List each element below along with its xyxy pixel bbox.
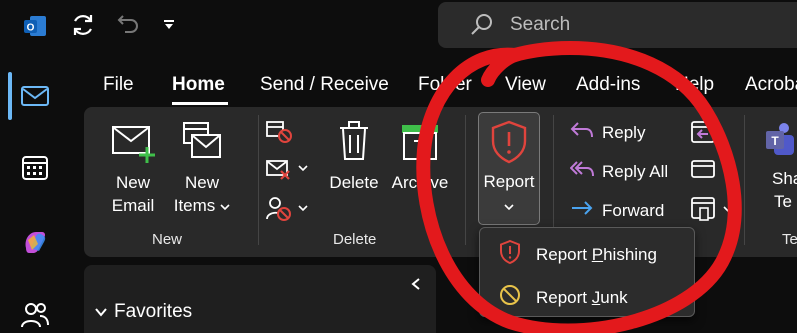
forward-attachment-icon[interactable] [688,195,738,228]
reply-all-label: Reply All [602,161,669,181]
junk-block-icon [498,283,536,312]
active-tab-underline [172,102,228,105]
sync-icon[interactable] [70,12,96,43]
people-icon[interactable] [0,296,70,332]
app-rail: O [0,0,70,333]
tab-help[interactable]: Help [675,74,714,96]
search-placeholder: Search [510,14,571,35]
search-box[interactable]: Search [438,2,797,48]
ribbon-separator [465,115,466,245]
forward-button[interactable]: Forward [570,197,664,224]
more-respond-icon[interactable] [688,157,738,188]
tab-send-receive[interactable]: Send / Receive [260,74,389,96]
report-junk-accesskey: J [591,287,601,307]
trash-icon [334,119,374,171]
chevron-down-icon [504,198,514,216]
tab-home[interactable]: Home [172,74,225,96]
group-label-new: New [152,231,183,248]
reply-all-button[interactable]: Reply All [569,158,669,185]
new-email-label-1: New [115,173,150,192]
report-phishing-text-a: Report [536,244,592,264]
chevron-down-icon [220,194,230,217]
copilot-icon[interactable] [0,224,70,258]
report-phishing-label: Report Phishing [536,245,657,265]
group-label-delete: Delete [333,231,377,248]
report-phishing-accesskey: P [591,244,604,264]
report-dropdown-menu: Report Phishing Report Junk [479,227,695,317]
collapse-pane-icon[interactable] [410,277,422,296]
junk-icon[interactable] [265,195,313,228]
favorites-label: Favorites [114,301,193,322]
shield-alert-icon [488,119,530,170]
delete-button[interactable]: Delete [326,119,382,194]
delete-label: Delete [329,173,379,192]
reply-all-icon [569,158,602,185]
teams-label-2: Te [774,192,792,211]
teams-label-1: Sha [772,169,797,188]
reply-button[interactable]: Reply [570,119,645,146]
reply-icon [570,119,602,146]
svg-text:O: O [27,23,35,34]
new-email-button[interactable]: New Email [106,119,160,217]
new-items-icon [178,119,226,171]
teams-icon[interactable]: T [764,121,794,162]
tab-add-ins[interactable]: Add-ins [576,74,640,96]
search-icon [470,13,494,42]
report-junk-label: Report Junk [536,288,628,308]
new-items-label-1: New [184,173,219,192]
report-label: Report [483,172,535,191]
archive-icon [398,119,442,171]
ribbon-separator [744,115,745,245]
ribbon-separator [553,115,554,245]
svg-text:T: T [771,134,779,148]
favorites-header[interactable]: Favorites [94,301,192,323]
new-items-button[interactable]: New Items [172,119,232,217]
group-label-teams: Te [782,231,797,248]
forward-icon [570,197,602,224]
meeting-reply-icon[interactable] [688,119,718,150]
ribbon-separator [258,115,259,245]
outlook-logo-icon: O [0,8,70,44]
chevron-down-icon [94,301,108,323]
archive-button[interactable]: Archive [390,119,450,194]
menu-bar: File Home Send / Receive Folder View Add… [0,70,797,106]
customize-toolbar-icon[interactable] [162,18,176,37]
report-junk-item[interactable]: Report Junk [498,283,628,312]
folder-pane: Favorites [84,265,436,333]
report-junk-text-a: Report [536,287,592,307]
forward-label: Forward [602,200,665,220]
archive-label: Archive [391,173,449,192]
ignore-icon[interactable] [265,119,295,150]
report-phishing-text-b: hishing [603,244,657,264]
new-email-label-2: Email [111,196,155,215]
calendar-icon[interactable] [0,152,70,184]
report-phishing-item[interactable]: Report Phishing [498,239,657,270]
undo-icon[interactable] [116,12,140,41]
shield-alert-icon [498,239,536,270]
tab-acrobat[interactable]: Acrobat [745,74,797,96]
tab-folder[interactable]: Folder [418,74,472,96]
clean-up-icon[interactable] [265,157,313,188]
tab-file[interactable]: File [103,74,134,96]
report-button[interactable]: Report [478,112,540,225]
report-junk-text-b: unk [600,287,628,307]
reply-label: Reply [602,122,646,142]
new-items-label-row: Items [174,194,231,217]
new-email-icon [109,119,157,171]
tab-view[interactable]: View [505,74,546,96]
new-items-label-2: Items [173,196,216,215]
